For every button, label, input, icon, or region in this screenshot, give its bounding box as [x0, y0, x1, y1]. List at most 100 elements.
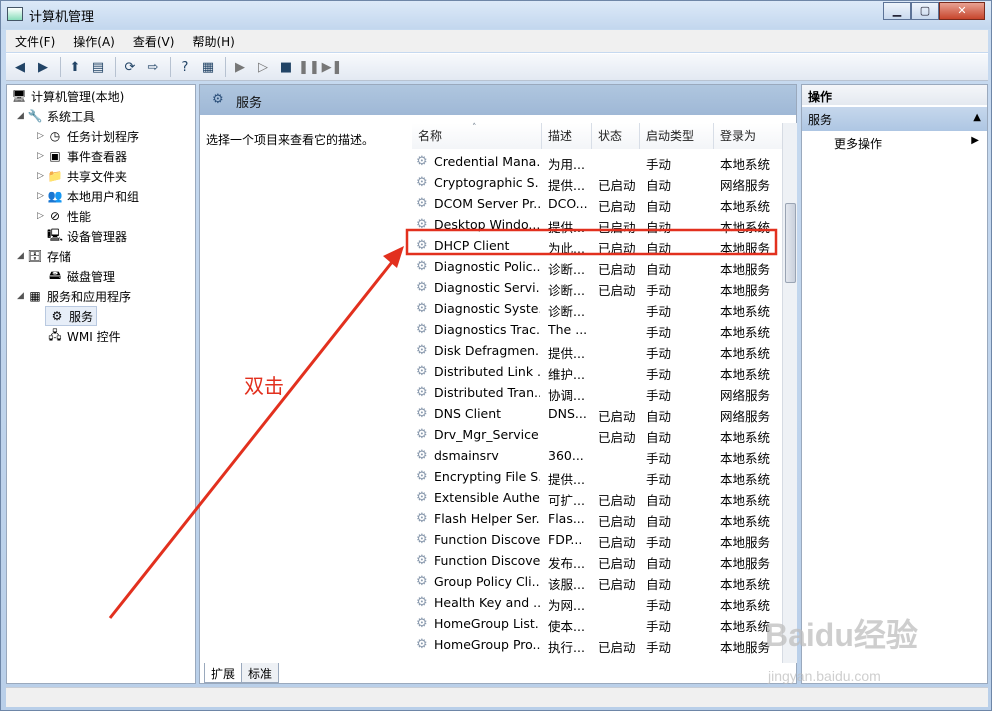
table-row[interactable]: ⚙ Function Discove... 发布... 已启动自动 本地服务 — [412, 551, 782, 572]
actions-section-services[interactable]: 服务 ▲ — [802, 107, 987, 131]
menu-help[interactable]: 帮助(H) — [183, 33, 243, 50]
service-startup-type: 手动 — [646, 535, 672, 550]
table-row[interactable]: ⚙ dsmainsrv 360... 手动 本地系统 — [412, 446, 782, 467]
table-row[interactable]: ⚙ HomeGroup Pro... 执行... 已启动 手动 本地服务 — [412, 635, 782, 656]
table-row[interactable]: ⚙ Diagnostic Syste... 诊断... 手动 本地系统 — [412, 299, 782, 320]
pause-service-icon[interactable]: ❚❚ — [298, 57, 320, 77]
table-row[interactable]: ⚙ Desktop Windo... 提供... 已启动 自动 本地系统 — [412, 215, 782, 236]
more-actions-item[interactable]: 更多操作 — [834, 135, 882, 152]
column-header-status[interactable]: 状态 — [592, 123, 640, 149]
restart-service-icon[interactable]: ▶❚ — [322, 57, 343, 77]
back-icon[interactable]: ◀ — [10, 57, 30, 77]
refresh-icon[interactable]: ⟳ — [120, 57, 140, 77]
start-service-alt-icon[interactable]: ▷ — [253, 57, 273, 77]
table-row[interactable]: ⚙ Cryptographic S... 提供... 已启动 自动 网络服务 — [412, 173, 782, 194]
service-startup-type: 手动 — [646, 346, 672, 361]
maximize-button[interactable]: ▢ — [911, 2, 939, 20]
scrollbar-thumb[interactable] — [785, 203, 796, 283]
expand-triangle-icon[interactable]: ▷ — [37, 151, 47, 161]
stop-service-icon[interactable]: ■ — [276, 57, 296, 77]
service-startup-type: 自动 — [646, 514, 672, 529]
show-hide-tree-icon[interactable]: ▤ — [88, 57, 108, 77]
table-row[interactable]: ⚙ HomeGroup List... 使本... 手动 本地系统 — [412, 614, 782, 635]
up-folder-icon[interactable]: ⬆ — [65, 57, 85, 77]
table-row[interactable]: ⚙ Distributed Tran... 协调... 手动 网络服务 — [412, 383, 782, 404]
table-row[interactable]: ⚙ DCOM Server Pr... DCO... 已启动 自动 本地系统 — [412, 194, 782, 215]
menu-action[interactable]: 操作(A) — [64, 33, 124, 50]
close-button[interactable]: ✕ — [939, 2, 985, 20]
tree-item-computer-management[interactable]: 🖥 计算机管理(本地) — [11, 86, 124, 106]
vertical-scrollbar[interactable] — [782, 123, 797, 663]
column-header-log-on-as[interactable]: 登录为 — [714, 123, 782, 149]
service-startup-type: 手动 — [646, 325, 672, 340]
tree-item-device-manager[interactable]: 🖳 设备管理器 — [47, 226, 127, 246]
column-header-startup-type[interactable]: 启动类型 — [640, 123, 714, 149]
service-log-on-as: 本地系统 — [720, 451, 771, 466]
menu-bar: 文件(F) 操作(A) 查看(V) 帮助(H) — [6, 30, 988, 52]
table-row[interactable]: ⚙ Health Key and ... 为网... 手动 本地系统 — [412, 593, 782, 614]
table-row[interactable]: ⚙ Drv_Mgr_Service 已启动 自动 本地系统 — [412, 425, 782, 446]
menu-view[interactable]: 查看(V) — [124, 33, 184, 50]
forward-icon[interactable]: ▶ — [33, 57, 53, 77]
table-row[interactable]: ⚙ Extensible Authe... 可扩... 已启动自动 本地系统 — [412, 488, 782, 509]
tree-item-local-users[interactable]: ▷ 👥 本地用户和组 — [37, 186, 139, 206]
tree-item-services[interactable]: ⚙ 服务 — [45, 306, 98, 326]
service-description-cell: 为网... — [548, 598, 585, 613]
service-gear-icon: ⚙ — [416, 406, 428, 421]
table-row[interactable]: ⚙ Group Policy Cli... 该服... 已启动 自动 本地系统 — [412, 572, 782, 593]
tree-item-disk-management[interactable]: 🖴 磁盘管理 — [47, 266, 115, 286]
expand-triangle-icon[interactable]: ▷ — [37, 211, 47, 221]
tree-item-system-tools[interactable]: ◢ 🔧 系统工具 — [17, 106, 95, 126]
tree-item-performance[interactable]: ▷ ⊘ 性能 — [37, 206, 91, 226]
menu-file[interactable]: 文件(F) — [6, 33, 64, 50]
table-row[interactable]: ⚙ Diagnostic Polic... 诊断... 已启动 自动 本地服务 — [412, 257, 782, 278]
collapse-triangle-icon[interactable]: ◢ — [17, 111, 27, 121]
service-log-on-as: 本地系统 — [720, 325, 771, 340]
service-gear-icon: ⚙ — [416, 511, 428, 526]
toolbar-separator — [170, 57, 171, 77]
help-icon[interactable]: ? — [175, 57, 195, 77]
export-list-icon[interactable]: ⇨ — [143, 57, 163, 77]
table-row[interactable]: ⚙ Disk Defragmen... 提供... 手动 本地系统 — [412, 341, 782, 362]
table-row[interactable]: ⚙ Credential Mana... 为用... 手动 本地系统 — [412, 152, 782, 173]
apps-icon: ▦ — [29, 289, 41, 303]
table-row[interactable]: ⚙ Distributed Link ... 维护... 手动 本地系统 — [412, 362, 782, 383]
service-description-cell: 为此... — [548, 241, 585, 256]
table-row[interactable]: ⚙ Encrypting File S... 提供... 手动 本地系统 — [412, 467, 782, 488]
start-service-icon[interactable]: ▶ — [230, 57, 250, 77]
tree-item-event-viewer[interactable]: ▷ ▣ 事件查看器 — [37, 146, 127, 166]
tab-standard[interactable]: 标准 — [241, 663, 280, 683]
expand-triangle-icon[interactable]: ▷ — [37, 131, 47, 141]
submenu-arrow-icon[interactable]: ▶ — [971, 135, 979, 146]
table-row[interactable]: ⚙ Flash Helper Ser... Flas... 已启动 自动 本地系统 — [412, 509, 782, 530]
properties-icon[interactable]: ▦ — [198, 57, 218, 77]
tree-item-label: 服务 — [69, 309, 94, 324]
table-row[interactable]: ⚙ DHCP Client 为此... 已启动 自动 本地服务 — [412, 236, 782, 257]
service-status: 已启动 — [598, 640, 636, 655]
table-row[interactable]: ⚙ Diagnostics Trac... The ... 手动 本地系统 — [412, 320, 782, 341]
service-log-on-as: 本地服务 — [720, 241, 771, 256]
minimize-button[interactable]: ▁ — [883, 2, 911, 20]
expand-triangle-icon[interactable]: ▷ — [37, 191, 47, 201]
tree-item-task-scheduler[interactable]: ▷ ◷ 任务计划程序 — [37, 126, 139, 146]
table-row[interactable]: ⚙ Function Discove... FDP... 已启动手动 本地服务 — [412, 530, 782, 551]
service-status: 已启动 — [598, 178, 636, 193]
tab-extended[interactable]: 扩展 — [204, 663, 243, 683]
expand-triangle-icon[interactable]: ▷ — [37, 171, 47, 181]
caption-buttons: ▁ ▢ ✕ — [883, 2, 985, 20]
title-bar[interactable]: 计算机管理 ▁ ▢ ✕ — [1, 1, 991, 29]
tree-item-shared-folders[interactable]: ▷ 📁 共享文件夹 — [37, 166, 127, 186]
column-header-name[interactable]: 名称 ˄ — [412, 123, 542, 149]
table-row[interactable]: ⚙ DNS Client DNS... 已启动 自动 网络服务 — [412, 404, 782, 425]
tree-item-label: 系统工具 — [47, 109, 96, 124]
table-row[interactable]: ⚙ Diagnostic Servi... 诊断... 已启动 手动 本地服务 — [412, 278, 782, 299]
collapse-triangle-icon[interactable]: ◢ — [17, 291, 27, 301]
collapse-arrow-icon[interactable]: ▲ — [973, 112, 981, 123]
service-name: Diagnostic Servi... — [434, 280, 540, 295]
tree-item-storage[interactable]: ◢ 🗄 存储 — [17, 246, 71, 266]
tree-item-services-and-apps[interactable]: ◢ ▦ 服务和应用程序 — [17, 286, 131, 306]
tree-item-wmi-control[interactable]: 🖧 WMI 控件 — [47, 326, 120, 346]
service-log-on-as: 本地服务 — [720, 283, 771, 298]
column-header-description[interactable]: 描述 — [542, 123, 592, 149]
collapse-triangle-icon[interactable]: ◢ — [17, 251, 27, 261]
